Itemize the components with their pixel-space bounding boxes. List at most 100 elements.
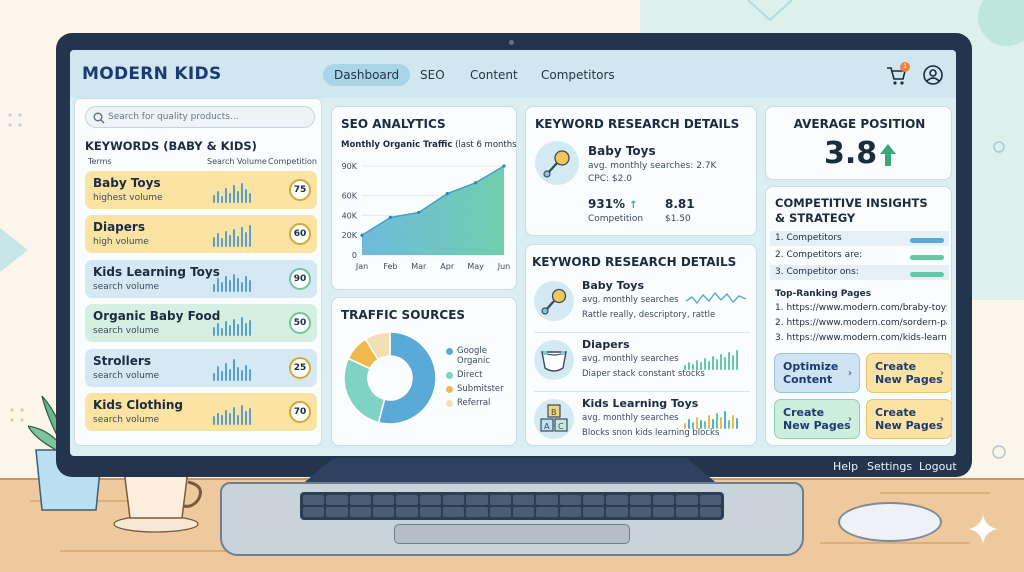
keyword-row[interactable]: Kids Clothing search volume 70 [85,393,317,431]
volume-bar [736,418,738,429]
volume-bar [221,238,223,247]
keyboard-key [326,507,348,517]
keyboard-key [583,495,605,505]
keyboard-key [699,507,721,517]
keyboard-key [396,495,418,505]
nav-competitors[interactable]: Competitors [530,64,626,86]
detail-description: Blocks snon kids learning blocks [582,428,720,438]
volume-bar [241,317,243,336]
volume-bar [225,231,227,247]
keyword-row[interactable]: Baby Toys highest volume 75 [85,171,317,209]
create-new-pages-button-2[interactable]: Create New Pages › [774,399,860,439]
volume-bar [213,373,215,381]
search-volume-sparkbars [213,401,275,425]
volume-bar [217,323,219,336]
keyboard-key [326,495,348,505]
keyword-row[interactable]: Kids Learning Toys search volume 90 [85,260,317,298]
laptop-keyboard [300,492,724,520]
x-tick-label: Jan [355,262,368,271]
volume-bar [225,321,227,336]
competition-score: 75 [289,179,311,201]
settings-link[interactable]: Settings [867,460,912,473]
keyword-row[interactable]: Strollers search volume 25 [85,349,317,387]
optimize-content-button[interactable]: Optimize Content › [774,353,860,393]
create-new-pages-button[interactable]: Create New Pages › [866,353,951,393]
volume-bar [237,191,239,203]
detail-keyword: Kids Learning Toys [582,397,699,410]
rattle-icon [534,281,574,321]
keyword-term: Baby Toys [93,176,161,190]
keyboard-key [699,495,721,505]
volume-bar [716,359,718,370]
nav-dashboard[interactable]: Dashboard [323,64,411,86]
keyboard-key [373,507,395,517]
y-tick-label: 0 [352,251,357,260]
detail-searches: avg. monthly searches [582,413,679,423]
keyword-row[interactable]: Organic Baby Food search volume 50 [85,304,317,342]
search-input[interactable]: Search for quality products... [108,112,239,122]
volume-bar [245,189,247,203]
volume-bar [704,421,706,429]
brand-logo[interactable]: MODERN KIDS [82,64,221,84]
x-tick-label: May [467,262,484,271]
nav-content[interactable]: Content [459,64,529,86]
volume-bar [688,419,690,429]
seo-analytics-card: SEO ANALYTICS Monthly Organic Traffic (l… [331,106,517,290]
top-page-link-2[interactable]: 2. https://www.modern.com/sordern-pa... [775,318,947,328]
chevron-right-icon: › [847,368,852,379]
legend-swatch [446,372,453,379]
volume-bar [241,227,243,247]
top-page-link-3[interactable]: 3. https://www.modern.com/kids-learni... [775,333,947,343]
keyword-detail-row[interactable]: BAC Kids Learning Toys avg. monthly sear… [534,395,748,445]
detail-description: Diaper stack constant stocks [582,369,705,379]
traffic-legend: Google Organic Direct Submitster Referral [446,346,506,412]
svg-text:B: B [551,408,557,417]
volume-bar [249,193,251,203]
volume-bar [245,232,247,247]
chart-subtitle: Monthly Organic Traffic (last 6 months) [341,140,516,150]
nav-seo[interactable]: SEO [409,64,456,86]
krd1-value: 8.81 [665,197,695,211]
search-volume-sparkbars [213,312,275,336]
keyboard-key [513,507,535,517]
legend-item: Google Organic [446,346,506,366]
volume-bar [245,365,247,381]
volume-bar [249,225,251,247]
average-position-card: AVERAGE POSITION 3.8 [765,106,952,180]
help-link[interactable]: Help [833,460,858,473]
logout-link[interactable]: Logout [919,460,957,473]
keyword-subtitle: search volume [93,282,160,292]
sparkle-icon [968,514,998,544]
volume-bar [249,280,251,292]
x-tick-label: Apr [440,262,455,271]
keyword-detail-row[interactable]: Baby Toys avg. monthly searches Rattle r… [534,277,748,327]
volume-bar [213,284,215,292]
keyword-row[interactable]: Diapers high volume 60 [85,215,317,253]
volume-bar [221,415,223,425]
keyboard-key [466,495,488,505]
volume-bar [732,355,734,370]
search-volume-sparkbars [213,357,275,381]
volume-bar [249,369,251,381]
keyword-subtitle: search volume [93,371,160,381]
keyword-detail-row[interactable]: Diapers avg. monthly searches Diaper sta… [534,336,748,386]
top-page-link-1[interactable]: 1. https://www.modern.com/braby-toys... [775,303,947,313]
search-bar[interactable]: Search for quality products... [85,106,315,128]
volume-bar [229,193,231,203]
rank-bar-2 [910,255,944,260]
krd1-price: $1.50 [665,214,691,224]
keyboard-key [629,495,651,505]
x-tick-label: Mar [411,262,427,271]
dashboard-screen: MODERN KIDS Dashboard SEO Content Compet… [70,50,956,456]
trend-sparkline [685,291,747,305]
volume-bar [213,195,215,203]
up-arrow-icon: ↑ [629,200,638,211]
volume-bar [233,359,235,381]
keyword-term: Organic Baby Food [93,309,221,323]
volume-bar [221,282,223,292]
volume-bar [245,411,247,425]
keyboard-key [303,507,325,517]
user-profile-icon[interactable] [922,64,944,86]
create-new-pages-button-3[interactable]: Create New Pages › [866,399,951,439]
legend-item: Referral [446,398,506,408]
